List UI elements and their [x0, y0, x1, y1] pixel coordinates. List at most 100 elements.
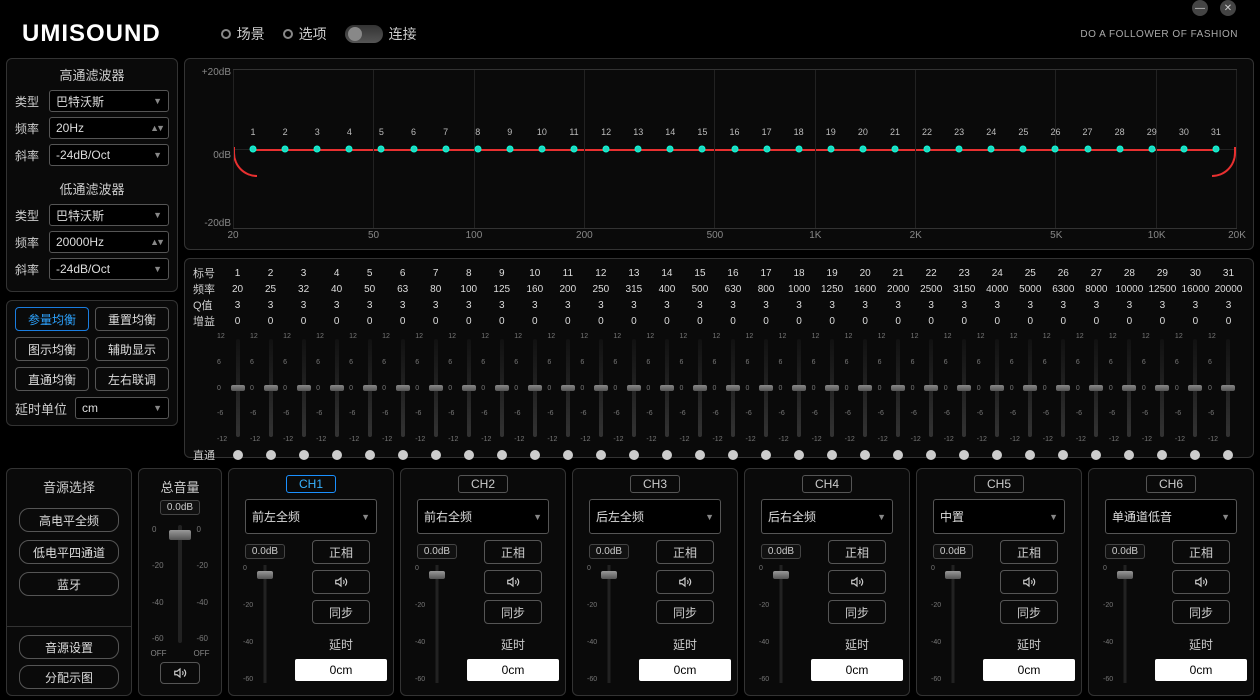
- eq-bypass-toggle[interactable]: [992, 450, 1002, 460]
- eq-freq-cell[interactable]: 100: [452, 284, 485, 295]
- eq-point[interactable]: [1212, 146, 1219, 153]
- channel-delay-input[interactable]: 0cm: [811, 659, 903, 681]
- eq-bypass-toggle[interactable]: [530, 450, 540, 460]
- eq-gain-cell[interactable]: 0: [981, 316, 1014, 327]
- channel-sync-button[interactable]: 同步: [1000, 600, 1058, 624]
- channel-gain-slider[interactable]: 0-20-40-60: [589, 559, 629, 689]
- eq-bypass-toggle[interactable]: [695, 450, 705, 460]
- eq-q-cell[interactable]: 3: [353, 300, 386, 311]
- eq-gain-cell[interactable]: 0: [683, 316, 716, 327]
- channel-select-button[interactable]: CH6: [1146, 475, 1196, 493]
- eq-gain-cell[interactable]: 0: [386, 316, 419, 327]
- eq-index-cell[interactable]: 4: [320, 268, 353, 279]
- eq-q-cell[interactable]: 3: [1113, 300, 1146, 311]
- channel-gain-slider[interactable]: 0-20-40-60: [245, 559, 285, 689]
- eq-bypass-toggle[interactable]: [860, 450, 870, 460]
- eq-freq-cell[interactable]: 10000: [1113, 284, 1146, 295]
- eq-point[interactable]: [891, 146, 898, 153]
- hpf-type-select[interactable]: 巴特沃斯▼: [49, 90, 169, 112]
- eq-point[interactable]: [1148, 146, 1155, 153]
- lpf-type-select[interactable]: 巴特沃斯▼: [49, 204, 169, 226]
- eq-point[interactable]: [538, 146, 545, 153]
- eq-bypass-toggle[interactable]: [398, 450, 408, 460]
- eq-index-cell[interactable]: 9: [485, 268, 518, 279]
- channel-select-button[interactable]: CH3: [630, 475, 680, 493]
- eq-freq-cell[interactable]: 20: [221, 284, 254, 295]
- eq-q-cell[interactable]: 3: [650, 300, 683, 311]
- hpf-freq-select[interactable]: 20Hz▲▼: [49, 117, 169, 139]
- eq-index-cell[interactable]: 17: [750, 268, 783, 279]
- eq-gain-cell[interactable]: 0: [948, 316, 981, 327]
- eq-q-cell[interactable]: 3: [783, 300, 816, 311]
- eq-point[interactable]: [506, 146, 513, 153]
- eq-index-cell[interactable]: 6: [386, 268, 419, 279]
- eq-bypass-toggle[interactable]: [497, 450, 507, 460]
- eq-q-cell[interactable]: 3: [849, 300, 882, 311]
- reset-eq-button[interactable]: 重置均衡: [95, 307, 169, 331]
- eq-gain-cell[interactable]: 0: [1047, 316, 1080, 327]
- eq-point[interactable]: [1052, 146, 1059, 153]
- channel-type-select[interactable]: 前右全频▼: [417, 499, 549, 534]
- channel-type-select[interactable]: 单通道低音▼: [1105, 499, 1237, 534]
- eq-gain-cell[interactable]: 0: [254, 316, 287, 327]
- eq-point[interactable]: [988, 146, 995, 153]
- delay-unit-select[interactable]: cm▼: [75, 397, 169, 419]
- eq-point[interactable]: [474, 146, 481, 153]
- channel-delay-input[interactable]: 0cm: [1155, 659, 1247, 681]
- channel-gain-slider[interactable]: 0-20-40-60: [761, 559, 801, 689]
- eq-point[interactable]: [667, 146, 674, 153]
- eq-bypass-toggle[interactable]: [1157, 450, 1167, 460]
- eq-freq-cell[interactable]: 125: [485, 284, 518, 295]
- eq-bypass-toggle[interactable]: [827, 450, 837, 460]
- eq-freq-cell[interactable]: 500: [683, 284, 716, 295]
- eq-gain-cell[interactable]: 0: [287, 316, 320, 327]
- eq-q-cell[interactable]: 3: [1179, 300, 1212, 311]
- eq-freq-cell[interactable]: 400: [650, 284, 683, 295]
- channel-sync-button[interactable]: 同步: [828, 600, 886, 624]
- eq-q-cell[interactable]: 3: [716, 300, 749, 311]
- eq-bypass-toggle[interactable]: [662, 450, 672, 460]
- channel-type-select[interactable]: 中置▼: [933, 499, 1065, 534]
- source-bluetooth-button[interactable]: 蓝牙: [19, 572, 119, 596]
- eq-point[interactable]: [1180, 146, 1187, 153]
- scene-radio[interactable]: 场景: [221, 24, 265, 44]
- channel-phase-button[interactable]: 正相: [1172, 540, 1230, 564]
- source-assign-button[interactable]: 分配示图: [19, 665, 119, 689]
- channel-mute-button[interactable]: [312, 570, 370, 594]
- eq-freq-cell[interactable]: 4000: [981, 284, 1014, 295]
- eq-bypass-toggle[interactable]: [365, 450, 375, 460]
- eq-index-cell[interactable]: 22: [915, 268, 948, 279]
- channel-sync-button[interactable]: 同步: [1172, 600, 1230, 624]
- eq-q-cell[interactable]: 3: [287, 300, 320, 311]
- eq-bypass-toggle[interactable]: [233, 450, 243, 460]
- param-eq-button[interactable]: 参量均衡: [15, 307, 89, 331]
- eq-q-cell[interactable]: 3: [948, 300, 981, 311]
- eq-gain-cell[interactable]: 0: [551, 316, 584, 327]
- eq-gain-cell[interactable]: 0: [617, 316, 650, 327]
- lpf-slope-select[interactable]: -24dB/Oct▼: [49, 258, 169, 280]
- eq-bypass-toggle[interactable]: [431, 450, 441, 460]
- channel-select-button[interactable]: CH4: [802, 475, 852, 493]
- eq-index-cell[interactable]: 13: [617, 268, 650, 279]
- eq-q-cell[interactable]: 3: [518, 300, 551, 311]
- eq-index-cell[interactable]: 5: [353, 268, 386, 279]
- eq-freq-cell[interactable]: 6300: [1047, 284, 1080, 295]
- eq-q-cell[interactable]: 3: [551, 300, 584, 311]
- eq-q-cell[interactable]: 3: [320, 300, 353, 311]
- eq-index-cell[interactable]: 29: [1146, 268, 1179, 279]
- eq-q-cell[interactable]: 3: [1047, 300, 1080, 311]
- eq-gain-cell[interactable]: 0: [849, 316, 882, 327]
- eq-bypass-toggle[interactable]: [563, 450, 573, 460]
- eq-bypass-toggle[interactable]: [1091, 450, 1101, 460]
- eq-freq-cell[interactable]: 630: [716, 284, 749, 295]
- eq-index-cell[interactable]: 2: [254, 268, 287, 279]
- eq-freq-cell[interactable]: 800: [750, 284, 783, 295]
- eq-freq-cell[interactable]: 8000: [1080, 284, 1113, 295]
- eq-q-cell[interactable]: 3: [221, 300, 254, 311]
- channel-phase-button[interactable]: 正相: [312, 540, 370, 564]
- link-lr-button[interactable]: 左右联调: [95, 367, 169, 391]
- eq-gain-cell[interactable]: 0: [716, 316, 749, 327]
- source-settings-button[interactable]: 音源设置: [19, 635, 119, 659]
- eq-q-cell[interactable]: 3: [419, 300, 452, 311]
- eq-gain-slider[interactable]: 1260-6-12: [1212, 333, 1245, 443]
